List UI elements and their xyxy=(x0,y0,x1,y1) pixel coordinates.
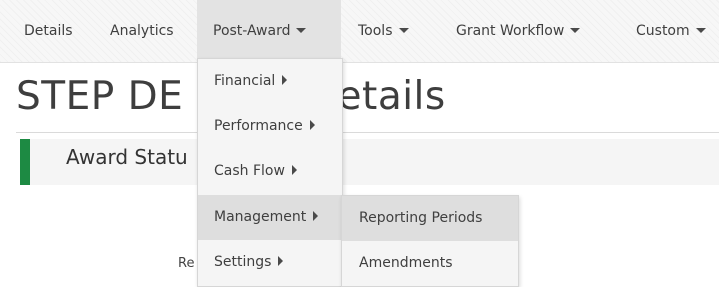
nav-tools-label: Tools xyxy=(358,23,393,39)
nav-custom-label: Custom xyxy=(636,23,690,39)
caret-down-icon xyxy=(570,27,581,33)
submenu-item-label: Reporting Periods xyxy=(359,210,483,226)
menu-item-label: Management xyxy=(214,209,307,225)
nav-details-label: Details xyxy=(24,23,73,39)
caret-right-icon xyxy=(282,75,288,85)
submenu-item-amendments[interactable]: Amendments xyxy=(342,241,518,286)
menu-item-financial[interactable]: Financial xyxy=(198,59,342,104)
nav-post-award-label: Post-Award xyxy=(213,23,291,39)
menu-item-label: Performance xyxy=(214,118,303,134)
post-award-dropdown: Financial Performance Cash Flow Manageme… xyxy=(197,58,343,287)
menu-item-performance[interactable]: Performance xyxy=(198,104,342,149)
nav-details[interactable]: Details xyxy=(24,0,73,62)
menu-item-settings[interactable]: Settings xyxy=(198,240,342,285)
award-status-heading: Award Statu xyxy=(66,145,188,169)
nav-analytics[interactable]: Analytics xyxy=(110,0,174,62)
top-nav: Details Analytics Post-Award Tools Grant… xyxy=(0,0,719,63)
nav-grant-workflow-label: Grant Workflow xyxy=(456,23,565,39)
submenu-item-label: Amendments xyxy=(359,255,453,271)
submenu-item-reporting-periods[interactable]: Reporting Periods xyxy=(342,196,518,241)
nav-custom[interactable]: Custom xyxy=(636,0,706,62)
nav-analytics-label: Analytics xyxy=(110,23,174,39)
menu-item-label: Cash Flow xyxy=(214,163,285,179)
caret-right-icon xyxy=(309,120,315,130)
nav-tools[interactable]: Tools xyxy=(358,0,409,62)
caret-down-icon xyxy=(296,27,307,33)
caret-right-icon xyxy=(278,256,284,266)
caret-right-icon xyxy=(291,165,297,175)
menu-item-label: Settings xyxy=(214,254,272,270)
nav-grant-workflow[interactable]: Grant Workflow xyxy=(456,0,581,62)
caret-down-icon xyxy=(398,27,409,33)
nav-post-award[interactable]: Post-Award xyxy=(197,0,341,62)
menu-item-label: Financial xyxy=(214,73,276,89)
menu-item-management[interactable]: Management xyxy=(198,195,342,240)
caret-right-icon xyxy=(313,211,319,221)
partial-content-text: Re xyxy=(178,256,195,271)
management-submenu: Reporting Periods Amendments xyxy=(341,195,519,287)
award-status-section: Award Statu xyxy=(20,139,719,185)
caret-down-icon xyxy=(695,27,706,33)
menu-item-cash-flow[interactable]: Cash Flow xyxy=(198,149,342,194)
title-divider xyxy=(16,132,719,133)
